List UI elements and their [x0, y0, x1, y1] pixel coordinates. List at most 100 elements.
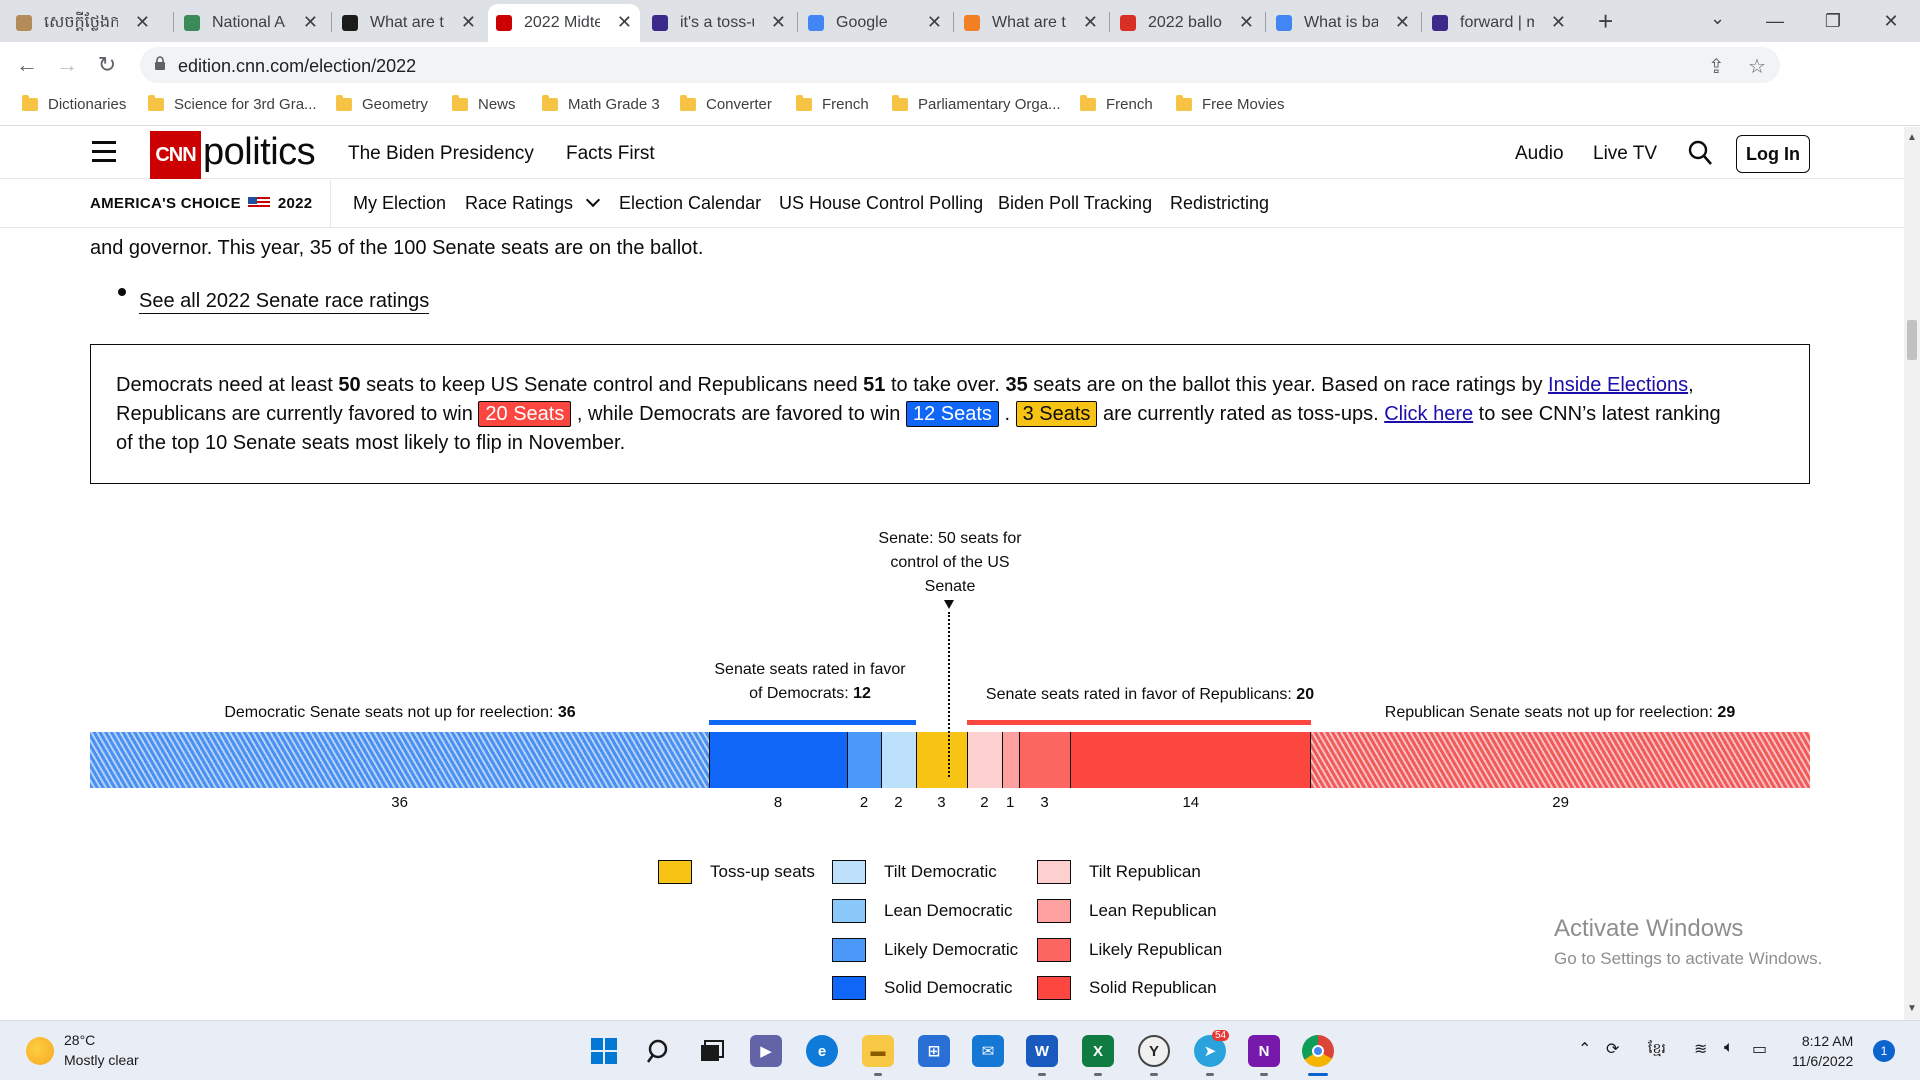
weather-temp[interactable]: 28°C: [64, 1032, 95, 1048]
legend-label: Likely Republican: [1089, 940, 1223, 959]
bookmark-item[interactable]: Geometry: [336, 95, 428, 113]
bookmark-item[interactable]: Science for 3rd Gra...: [148, 95, 317, 113]
senate-race-ratings-link[interactable]: See all 2022 Senate race ratings: [139, 290, 430, 314]
search-icon[interactable]: [1688, 140, 1712, 166]
browser-tab[interactable]: What is ballot ✕: [1268, 4, 1418, 42]
browser-tab[interactable]: forward | m ✕: [1424, 4, 1574, 42]
browser-tab[interactable]: National Assembly ✕: [176, 4, 326, 42]
bookmark-item[interactable]: French: [1080, 95, 1153, 113]
notification-badge[interactable]: 1: [1873, 1040, 1895, 1062]
click-here-link[interactable]: Click here: [1384, 403, 1473, 425]
nav-biden-presidency[interactable]: The Biden Presidency: [348, 143, 534, 165]
wifi-icon[interactable]: ≋: [1694, 1039, 1707, 1059]
battery-icon[interactable]: ▭: [1752, 1039, 1767, 1059]
search-icon[interactable]: [642, 1035, 674, 1067]
tab-close-icon[interactable]: ✕: [1083, 12, 1098, 33]
system-clock[interactable]: 8:12 AM 11/6/2022: [1792, 1031, 1853, 1071]
running-indicator: [1150, 1073, 1158, 1076]
sync-icon[interactable]: ⟳: [1606, 1039, 1619, 1059]
weather-condition[interactable]: Mostly clear: [64, 1052, 139, 1068]
bookmark-item[interactable]: Converter: [680, 95, 772, 113]
info-text: ,: [1688, 374, 1694, 396]
bookmark-item[interactable]: Dictionaries: [22, 95, 126, 113]
language-khmer-icon[interactable]: ខ្មែរ: [1648, 1039, 1666, 1060]
dem-favored-label: Senate seats rated in favor of Democrats…: [710, 658, 910, 706]
inside-elections-link[interactable]: Inside Elections: [1548, 374, 1688, 396]
forward-arrow-icon[interactable]: →: [52, 50, 82, 80]
scrollbar-thumb[interactable]: [1907, 320, 1917, 360]
browser-tab[interactable]: 2022 Midterm ✕: [488, 4, 640, 42]
file-explorer-icon[interactable]: ▬: [862, 1035, 894, 1067]
task-view-icon[interactable]: [696, 1035, 728, 1067]
word-icon[interactable]: W: [1026, 1035, 1058, 1067]
restore-window-button[interactable]: ❐: [1808, 4, 1858, 38]
new-tab-button[interactable]: +: [1598, 6, 1613, 37]
tab-close-icon[interactable]: ✕: [135, 12, 150, 33]
chrome-icon[interactable]: [1302, 1035, 1334, 1067]
tab-close-icon[interactable]: ✕: [1551, 12, 1566, 33]
bookmark-item[interactable]: French: [796, 95, 869, 113]
scroll-up-icon[interactable]: ▲: [1907, 132, 1917, 143]
share-icon[interactable]: ⇪: [1708, 54, 1725, 79]
browser-tab[interactable]: Google ✕: [800, 4, 950, 42]
cnn-logo[interactable]: CNN: [150, 131, 201, 179]
hamburger-menu-icon[interactable]: [92, 141, 116, 162]
subnav-biden-poll-tracking[interactable]: Biden Poll Tracking: [998, 193, 1152, 214]
weather-moon-icon[interactable]: [26, 1037, 54, 1065]
nav-facts-first[interactable]: Facts First: [566, 143, 655, 165]
page-scrollbar[interactable]: ▲ ▼: [1904, 127, 1920, 1020]
mail-icon[interactable]: ✉: [972, 1035, 1004, 1067]
back-arrow-icon[interactable]: ←: [12, 50, 42, 80]
subnav-race-ratings[interactable]: Race Ratings: [465, 192, 601, 214]
reload-icon[interactable]: ↻: [92, 50, 122, 80]
tab-close-icon[interactable]: ✕: [303, 12, 318, 33]
cnn-header: CNN politics The Biden Presidency Facts …: [0, 127, 1904, 179]
microsoft-store-icon[interactable]: ⊞: [918, 1035, 950, 1067]
seat-count-label: 3: [1040, 794, 1049, 811]
windows-start-icon[interactable]: [588, 1035, 620, 1067]
nav-live-tv[interactable]: Live TV: [1593, 143, 1657, 165]
edge-icon[interactable]: e: [806, 1035, 838, 1067]
legend-likely-democratic: Likely Democratic: [832, 938, 1018, 962]
clock-app-icon[interactable]: Y: [1138, 1035, 1170, 1067]
bookmark-item[interactable]: Free Movies: [1176, 95, 1285, 113]
bookmark-item[interactable]: News: [452, 95, 516, 113]
bookmark-item[interactable]: Parliamentary Orga...: [892, 95, 1061, 113]
login-button[interactable]: Log In: [1736, 135, 1810, 173]
tab-close-icon[interactable]: ✕: [617, 12, 632, 33]
americas-choice-brand[interactable]: AMERICA'S CHOICE 2022: [90, 195, 312, 212]
browser-tab[interactable]: 2022 ballot ✕: [1112, 4, 1262, 42]
rep-favored-label: Senate seats rated in favor of Republica…: [960, 683, 1340, 707]
browser-tab[interactable]: What are the ✕: [956, 4, 1106, 42]
subnav-election-calendar[interactable]: Election Calendar: [619, 193, 761, 214]
browser-tab[interactable]: What are the ✕: [334, 4, 484, 42]
teams-chat-icon[interactable]: ▶: [750, 1035, 782, 1067]
scroll-down-icon[interactable]: ▼: [1907, 1003, 1917, 1014]
minimize-window-button[interactable]: —: [1750, 4, 1800, 38]
bookmark-item[interactable]: Math Grade 3: [542, 95, 660, 113]
address-bar[interactable]: edition.cnn.com/election/2022 ⇪ ☆: [140, 47, 1780, 83]
tab-close-icon[interactable]: ✕: [1239, 12, 1254, 33]
browser-tab[interactable]: សេចក្តីថ្លែងការ ✕: [8, 4, 158, 42]
bookmark-star-icon[interactable]: ☆: [1748, 54, 1766, 79]
info-text: seats are on the ballot this year. Based…: [1027, 374, 1549, 396]
running-indicator: [1038, 1073, 1046, 1076]
browser-tab[interactable]: it's a toss-up ✕: [644, 4, 794, 42]
close-window-button[interactable]: ✕: [1866, 4, 1916, 38]
tab-close-icon[interactable]: ✕: [1395, 12, 1410, 33]
nav-audio[interactable]: Audio: [1515, 143, 1564, 165]
url-text[interactable]: edition.cnn.com/election/2022: [178, 56, 416, 77]
tab-close-icon[interactable]: ✕: [771, 12, 786, 33]
onenote-icon[interactable]: N: [1248, 1035, 1280, 1067]
excel-icon[interactable]: X: [1082, 1035, 1114, 1067]
tab-close-icon[interactable]: ✕: [461, 12, 476, 33]
volume-icon[interactable]: 🔈︎: [1724, 1039, 1734, 1057]
show-hidden-icons-chevron-icon[interactable]: ⌃: [1578, 1039, 1591, 1059]
subnav-my-election[interactable]: My Election: [353, 193, 446, 214]
globe-favicon-icon: [16, 15, 32, 31]
subnav-house-control-polling[interactable]: US House Control Polling: [779, 193, 983, 214]
tab-close-icon[interactable]: ✕: [927, 12, 942, 33]
subnav-redistricting[interactable]: Redistricting: [1170, 193, 1269, 214]
section-title[interactable]: politics: [203, 131, 316, 174]
tab-search-chevron-icon[interactable]: ⌄: [1710, 8, 1725, 29]
